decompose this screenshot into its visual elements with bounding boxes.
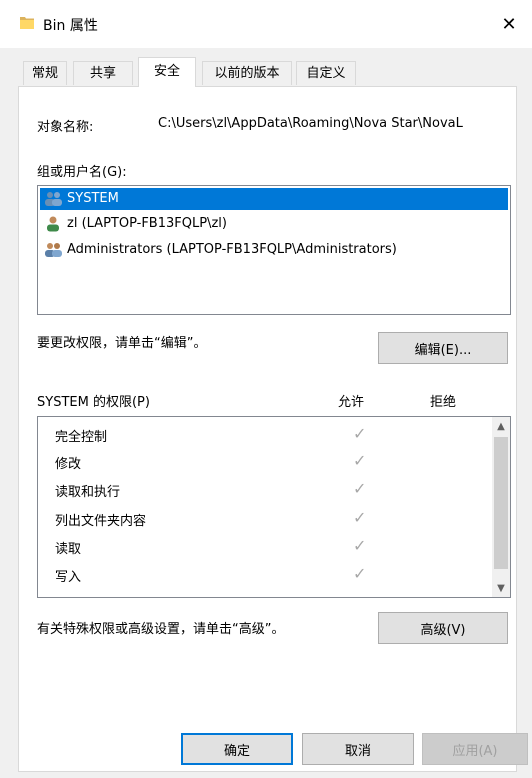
advanced-button[interactable]: 高级(V) [378, 612, 508, 644]
allow-header: 允许 [338, 395, 365, 410]
permission-row: 写入 ✓ [38, 562, 490, 590]
user-list-item-zl[interactable]: zl (LAPTOP-FB13FQLP\zl) [40, 213, 508, 235]
deny-header: 拒绝 [430, 395, 457, 410]
tab-customize[interactable]: 自定义 [296, 61, 356, 85]
permission-row: 读取和执行 ✓ [38, 477, 490, 505]
permission-name: 读取和执行 [55, 485, 121, 500]
groups-label: 组或用户名(G): [37, 165, 127, 180]
window-title: Bin 属性 [43, 18, 98, 34]
scroll-down-icon[interactable]: ▼ [492, 579, 510, 597]
scroll-up-icon[interactable]: ▲ [492, 417, 510, 435]
permissions-list: 完全控制 ✓ 修改 ✓ 读取和执行 ✓ 列出文件夹内容 ✓ 读取 ✓ 写入 ✓ … [37, 416, 511, 598]
tab-strip: 常规 共享 安全 以前的版本 自定义 [0, 48, 532, 87]
tab-previous-versions[interactable]: 以前的版本 [202, 61, 292, 85]
edit-hint: 要更改权限，请单击“编辑”。 [37, 336, 207, 351]
user-name: SYSTEM [67, 191, 119, 206]
user-group-icon [45, 192, 62, 206]
tab-general[interactable]: 常规 [23, 61, 67, 85]
title-bar: Bin 属性 ✕ [0, 0, 532, 48]
cancel-button[interactable]: 取消 [302, 733, 414, 765]
allow-check-icon: ✓ [353, 424, 367, 443]
permission-name: 完全控制 [55, 430, 108, 445]
permission-name: 读取 [55, 542, 82, 557]
permission-name: 列出文件夹内容 [55, 514, 147, 529]
tab-security[interactable]: 安全 [138, 57, 196, 87]
scroll-thumb[interactable] [494, 437, 508, 569]
object-name-label: 对象名称: [37, 120, 94, 135]
edit-button[interactable]: 编辑(E)... [378, 332, 508, 364]
ok-button[interactable]: 确定 [181, 733, 293, 765]
folder-icon [20, 17, 34, 29]
permission-row: 修改 ✓ [38, 449, 490, 477]
permissions-label: SYSTEM 的权限(P) [37, 395, 150, 410]
permission-name: 修改 [55, 457, 82, 472]
allow-check-icon: ✓ [353, 451, 367, 470]
dialog-client: 常规 共享 安全 以前的版本 自定义 [0, 48, 532, 778]
advanced-hint: 有关特殊权限或高级设置，请单击“高级”。 [37, 622, 285, 637]
allow-check-icon: ✓ [353, 508, 367, 527]
allow-check-icon: ✓ [353, 536, 367, 555]
permissions-scrollbar[interactable]: ▲ ▼ [492, 417, 510, 597]
user-list[interactable]: SYSTEM zl (LAPTOP-FB13FQLP\zl) Administr… [37, 185, 511, 315]
allow-check-icon: ✓ [353, 564, 367, 583]
permission-row: 完全控制 ✓ [38, 422, 490, 450]
user-icon [47, 216, 59, 232]
user-list-item-administrators[interactable]: Administrators (LAPTOP-FB13FQLP\Administ… [40, 239, 508, 261]
user-name: Administrators (LAPTOP-FB13FQLP\Administ… [67, 242, 397, 257]
permission-name: 写入 [55, 570, 82, 585]
close-button[interactable]: ✕ [486, 0, 532, 48]
user-name: zl (LAPTOP-FB13FQLP\zl) [67, 216, 227, 231]
permission-row: 列出文件夹内容 ✓ [38, 506, 490, 534]
user-group-icon [45, 243, 62, 257]
permission-row: 读取 ✓ [38, 534, 490, 562]
object-name-value: C:\Users\zl\AppData\Roaming\Nova Star\No… [158, 116, 463, 131]
apply-button: 应用(A) [422, 733, 528, 765]
tab-sharing[interactable]: 共享 [73, 61, 133, 85]
allow-check-icon: ✓ [353, 479, 367, 498]
user-list-item-system[interactable]: SYSTEM [40, 188, 508, 210]
